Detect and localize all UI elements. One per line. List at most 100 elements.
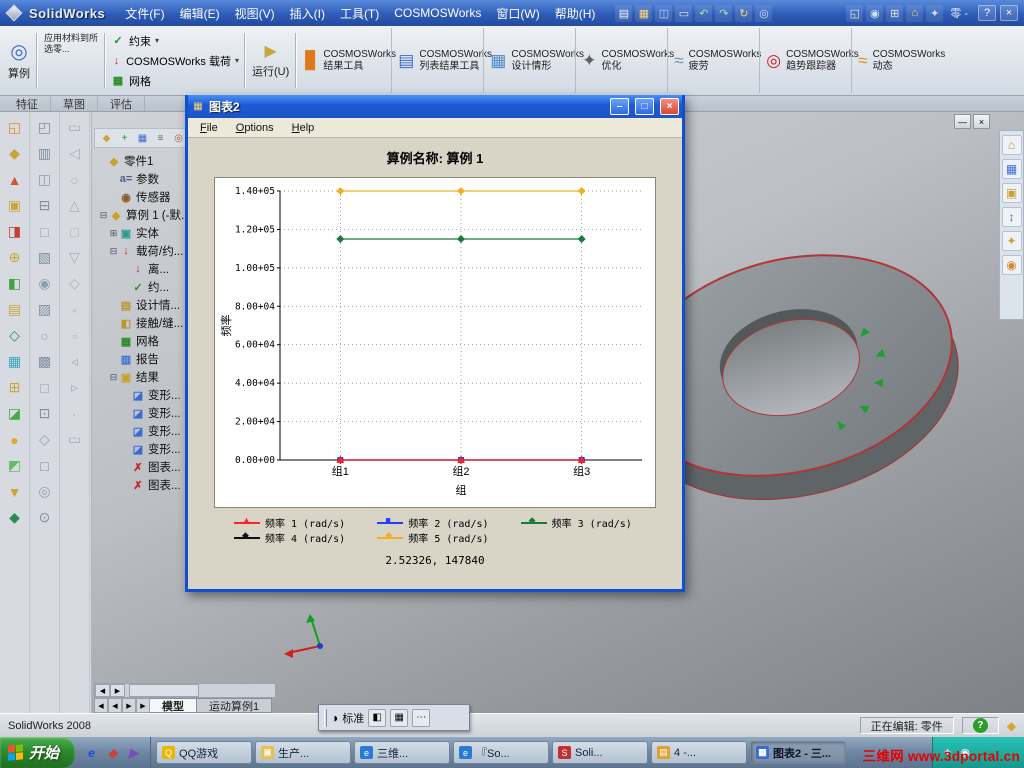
tool-icon[interactable]: ◨ xyxy=(2,219,28,244)
cosmosworks-toolbar-button[interactable]: ≈ COSMOSWorks 疲劳 xyxy=(667,28,761,93)
tray-icon[interactable]: ◉ xyxy=(960,746,970,759)
tool-icon[interactable]: ○ xyxy=(62,167,88,192)
task-pane-icon[interactable]: ▦ xyxy=(1001,159,1022,179)
view-toolbar-button[interactable]: ◧ xyxy=(368,708,387,727)
document-control-button[interactable]: × xyxy=(973,114,990,129)
scrollbar-arrow-button[interactable]: ◀ xyxy=(95,684,110,697)
tool-icon[interactable]: ⊞ xyxy=(2,375,28,400)
quick-launch-icon[interactable]: ▶ xyxy=(125,744,142,761)
taskbar-button[interactable]: e 『So... xyxy=(453,741,550,764)
tool-icon[interactable]: ● xyxy=(2,427,28,452)
tool-icon[interactable]: ▨ xyxy=(32,297,58,322)
tool-icon[interactable]: ◆ xyxy=(2,505,28,530)
toolbar-icon[interactable]: ▭ xyxy=(675,4,693,22)
menu-item[interactable]: 视图(V) xyxy=(228,2,282,25)
window-control-button[interactable]: ? xyxy=(978,5,996,21)
tool-icon[interactable]: ⊡ xyxy=(32,401,58,426)
menu-item[interactable]: 文件(F) xyxy=(118,2,171,25)
view-icon[interactable]: ✦ xyxy=(926,4,944,22)
toolbar-icon[interactable]: ↻ xyxy=(735,4,753,22)
taskbar-button[interactable]: e 三维... xyxy=(354,741,451,764)
tool-icon[interactable]: ▧ xyxy=(32,245,58,270)
tab-nav-button[interactable]: ▶ xyxy=(122,698,136,713)
view-icon[interactable]: ◉ xyxy=(866,4,884,22)
tool-icon[interactable]: ▣ xyxy=(2,193,28,218)
taskbar-button[interactable]: ▦ 图表2 - 三... xyxy=(750,741,847,764)
tool-icon[interactable]: ⊟ xyxy=(32,193,58,218)
tool-icon[interactable]: ⊕ xyxy=(2,245,28,270)
commandmanager-tab[interactable]: 评估 xyxy=(98,96,145,111)
cosmosworks-toolbar-button[interactable]: ▤ COSMOSWorks 列表结果工具 xyxy=(391,28,492,93)
view-icon[interactable]: ⊞ xyxy=(886,4,904,22)
start-button[interactable]: 开始 xyxy=(0,737,76,768)
tool-icon[interactable]: ▫ xyxy=(62,323,88,348)
view-toolbar-button[interactable]: ▦ xyxy=(390,708,409,727)
tool-icon[interactable]: ▦ xyxy=(2,349,28,374)
tool-icon[interactable]: ◉ xyxy=(32,271,58,296)
dialog-menu-item[interactable]: Help xyxy=(284,120,323,136)
toolbar-small-button[interactable]: ✓ 约束 ▾ xyxy=(108,31,242,50)
featuremanager-tab-icon[interactable]: ◆ xyxy=(99,131,114,145)
menu-item[interactable]: 工具(T) xyxy=(333,2,386,25)
cosmosworks-toolbar-button[interactable]: ▊ COSMOSWorks 结果工具 xyxy=(299,28,396,93)
dialog-caption-button[interactable]: – xyxy=(610,98,629,115)
tool-icon[interactable]: ▼ xyxy=(2,479,28,504)
featuremanager-tab-icon[interactable]: ◎ xyxy=(171,131,186,145)
commandmanager-tab[interactable]: 特征 xyxy=(4,96,51,111)
tool-icon[interactable]: ◁ xyxy=(62,141,88,166)
tool-icon[interactable]: ∙ xyxy=(62,401,88,426)
quick-launch-icon[interactable]: ◆ xyxy=(104,744,121,761)
taskbar-button[interactable]: ▤ 4 -... xyxy=(651,741,748,764)
tool-icon[interactable]: ▤ xyxy=(2,297,28,322)
dialog-menu-item[interactable]: Options xyxy=(228,120,282,136)
featuremanager-tab-icon[interactable]: + xyxy=(117,131,132,145)
tray-icon[interactable]: ✦ xyxy=(943,746,952,759)
toolbar-icon[interactable]: ↷ xyxy=(715,4,733,22)
tree-expander-icon[interactable]: ⊟ xyxy=(98,210,109,221)
tool-icon[interactable]: □ xyxy=(32,219,58,244)
tool-icon[interactable]: ▹ xyxy=(62,375,88,400)
commandmanager-tab[interactable]: 草图 xyxy=(51,96,98,111)
tool-icon[interactable]: □ xyxy=(62,219,88,244)
featuremanager-tab-icon[interactable]: ▦ xyxy=(135,131,150,145)
task-pane-icon[interactable]: ↕ xyxy=(1001,207,1022,227)
menu-item[interactable]: 编辑(E) xyxy=(173,2,227,25)
dialog-menu-item[interactable]: File xyxy=(192,120,226,136)
tool-icon[interactable]: ○ xyxy=(32,323,58,348)
tool-icon[interactable]: ◪ xyxy=(2,401,28,426)
tool-icon[interactable]: ◇ xyxy=(62,271,88,296)
task-pane-icon[interactable]: ⌂ xyxy=(1001,135,1022,155)
dialog-caption-button[interactable]: □ xyxy=(635,98,654,115)
document-tab[interactable]: 运动算例1 xyxy=(197,698,273,713)
tool-icon[interactable]: ◩ xyxy=(2,453,28,478)
tree-expander-icon[interactable]: ⊞ xyxy=(108,228,119,239)
tool-icon[interactable]: ⊙ xyxy=(32,505,58,530)
tool-icon[interactable]: ▲ xyxy=(2,167,28,192)
toolbar-small-button[interactable]: ↓ COSMOSWorks 载荷 ▾ xyxy=(108,51,242,70)
task-pane-icon[interactable]: ▣ xyxy=(1001,183,1022,203)
taskbar-button[interactable]: S Soli... xyxy=(552,741,649,764)
tool-icon[interactable]: ◱ xyxy=(2,115,28,140)
toolbar-icon[interactable]: ▦ xyxy=(635,4,653,22)
tool-icon[interactable]: ▭ xyxy=(62,427,88,452)
view-icon[interactable]: ⌂ xyxy=(906,4,924,22)
tool-icon[interactable]: ▭ xyxy=(62,115,88,140)
study-button[interactable]: ◎ 算例 xyxy=(4,28,34,93)
cosmosworks-toolbar-button[interactable]: ◎ COSMOSWorks 趋势跟踪器 xyxy=(759,28,859,93)
tool-icon[interactable]: ▽ xyxy=(62,245,88,270)
cosmosworks-toolbar-button[interactable]: ✦ COSMOSWorks 优化 xyxy=(575,28,674,93)
featuremanager-tab-icon[interactable]: ≡ xyxy=(153,131,168,145)
tree-expander-icon[interactable]: ⊟ xyxy=(108,372,119,383)
cosmosworks-toolbar-button[interactable]: ▦ COSMOSWorks 设计情形 xyxy=(483,28,584,93)
tool-icon[interactable]: □ xyxy=(32,375,58,400)
scrollbar-thumb[interactable] xyxy=(129,684,199,697)
tab-nav-button[interactable]: ◀ xyxy=(108,698,122,713)
taskbar-button[interactable]: Q QQ游戏 xyxy=(156,741,253,764)
tool-icon[interactable]: ◧ xyxy=(2,271,28,296)
menu-item[interactable]: 窗口(W) xyxy=(489,2,546,25)
task-pane-icon[interactable]: ✦ xyxy=(1001,231,1022,251)
menu-item[interactable]: 帮助(H) xyxy=(548,2,603,25)
dialog-caption-button[interactable]: × xyxy=(660,98,679,115)
task-pane-icon[interactable]: ◉ xyxy=(1001,255,1022,275)
tool-icon[interactable]: ▩ xyxy=(32,349,58,374)
